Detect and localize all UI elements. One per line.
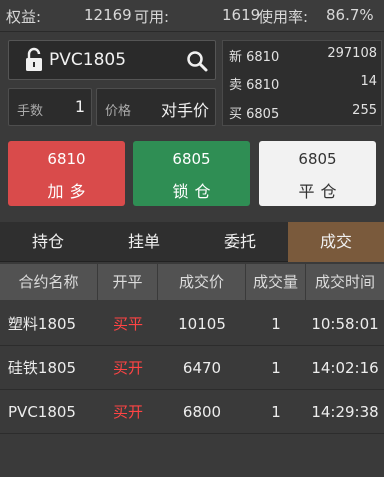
table-row[interactable]: 硅铁1805 买开 6470 1 14:02:16: [0, 346, 384, 390]
cell-open-close: 买开: [112, 403, 143, 421]
col-contract: 合约名称: [0, 264, 98, 300]
table-header: 合约名称 开平 成交价 成交量 成交时间: [0, 264, 384, 300]
cell-contract: 塑料1805: [7, 315, 77, 333]
cell-price: 10105: [178, 315, 226, 333]
available-label: 可用:: [134, 8, 170, 26]
quote-bid-value: 255: [352, 103, 377, 118]
buy-long-label: 加多: [47, 182, 92, 201]
quantity-field[interactable]: 手数 1: [8, 88, 92, 126]
cell-volume: 1: [271, 315, 281, 333]
lock-position-button[interactable]: 6805 锁仓: [133, 141, 250, 206]
quote-ask-value: 14: [360, 74, 377, 89]
account-bar: 权益: 12169 可用: 1619 使用率: 86.7%: [0, 0, 384, 32]
buy-long-button[interactable]: 6810 加多: [8, 141, 125, 206]
quote-last-label: 新 6810: [229, 50, 280, 65]
cell-open-close: 买开: [112, 359, 143, 377]
close-position-price: 6805: [298, 150, 337, 168]
symbol-input[interactable]: PVC1805: [8, 40, 216, 80]
col-open-close: 开平: [98, 264, 158, 300]
col-volume: 成交量: [246, 264, 306, 300]
lock-position-price: 6805: [172, 150, 211, 168]
price-value: 对手价: [160, 101, 209, 120]
cell-volume: 1: [271, 359, 281, 377]
col-price: 成交价: [158, 264, 246, 300]
quote-panel: 新 6810 297108 卖 6810 14 买 6805 255: [222, 40, 382, 126]
close-position-label: 平仓: [298, 182, 343, 201]
table-row[interactable]: PVC1805 买开 6800 1 14:29:38: [0, 390, 384, 434]
cell-volume: 1: [271, 403, 281, 421]
cell-time: 14:02:16: [311, 359, 379, 377]
cell-time: 10:58:01: [311, 315, 379, 333]
quote-last-value: 297108: [327, 46, 377, 61]
usage-value: 86.7%: [326, 6, 374, 24]
symbol-value: PVC1805: [49, 50, 127, 70]
tab-pending-orders[interactable]: 挂单: [96, 222, 192, 262]
price-label: 价格: [105, 104, 132, 119]
col-time: 成交时间: [314, 273, 375, 291]
cell-price: 6470: [182, 359, 222, 377]
tab-bar: 持仓 挂单 委托 成交: [0, 222, 384, 262]
quote-ask-label: 卖 6810: [229, 78, 280, 93]
cell-price: 6800: [182, 403, 222, 421]
equity-value: 12169: [84, 6, 132, 24]
search-icon[interactable]: [185, 49, 209, 73]
cell-time: 14:29:38: [311, 403, 379, 421]
table-row[interactable]: 塑料1805 买平 10105 1 10:58:01: [0, 302, 384, 346]
price-field[interactable]: 价格 对手价: [96, 88, 216, 126]
quantity-value: 1: [74, 97, 85, 116]
quote-bid-label: 买 6805: [229, 107, 280, 122]
lock-position-label: 锁仓: [172, 182, 217, 201]
cell-contract: 硅铁1805: [7, 359, 77, 377]
quantity-label: 手数: [17, 104, 44, 119]
cell-open-close: 买平: [112, 315, 143, 333]
available-value: 1619: [222, 6, 261, 24]
close-position-button[interactable]: 6805 平仓: [259, 141, 376, 206]
buy-long-price: 6810: [47, 150, 86, 168]
cell-contract: PVC1805: [8, 403, 76, 421]
tab-positions[interactable]: 持仓: [0, 222, 96, 262]
equity-label: 权益:: [6, 8, 42, 26]
tab-orders[interactable]: 委托: [192, 222, 288, 262]
usage-label: 使用率:: [258, 8, 309, 26]
tab-trades[interactable]: 成交: [288, 222, 384, 262]
unlock-icon[interactable]: [19, 45, 49, 75]
